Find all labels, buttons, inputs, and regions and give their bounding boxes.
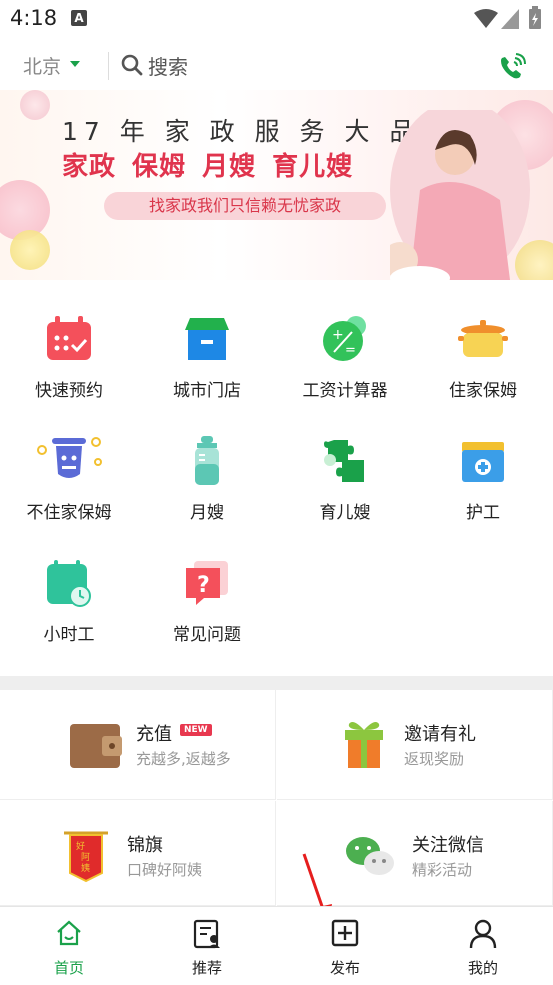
banner-flag-icon: 好 阿 姨 bbox=[64, 831, 108, 883]
service-label: 小时工 bbox=[43, 625, 95, 645]
nav-label: 我的 bbox=[467, 959, 498, 977]
card-subtitle: 返现奖励 bbox=[404, 750, 465, 768]
service-salary-calculator[interactable]: + = 工资计算器 bbox=[276, 300, 414, 410]
nav-profile[interactable]: 我的 bbox=[414, 907, 552, 985]
nav-label: 推荐 bbox=[191, 959, 222, 977]
banner-slogan: 找家政我们只信赖无忧家政 bbox=[104, 192, 386, 220]
status-time: 4:18 bbox=[10, 6, 58, 30]
card-subtitle: 口碑好阿姨 bbox=[127, 861, 203, 879]
service-label: 工资计算器 bbox=[302, 381, 388, 401]
card-recharge[interactable]: 充值 NEW 充越多,返越多 bbox=[0, 690, 276, 800]
card-title: 邀请有礼 bbox=[404, 724, 476, 745]
service-childcare-nanny[interactable]: 育儿嫂 bbox=[276, 422, 414, 532]
section-separator bbox=[0, 676, 553, 690]
nav-recommend[interactable]: 推荐 bbox=[138, 907, 276, 985]
medkit-icon bbox=[462, 442, 504, 482]
search-icon[interactable] bbox=[120, 53, 144, 77]
store-icon bbox=[185, 318, 229, 360]
svg-text:+: + bbox=[332, 327, 344, 343]
service-label: 住家保姆 bbox=[449, 381, 517, 401]
search-header: 北京 搜索 bbox=[0, 40, 553, 90]
scooter-icon bbox=[37, 437, 102, 478]
service-grid: 快速预约 城市门店 + = 工资计算器 住家保姆 不住家保姆 月嫂 育儿嫂 护工… bbox=[0, 300, 553, 670]
card-subtitle: 充越多,返越多 bbox=[136, 750, 231, 768]
service-maternity-nurse[interactable]: 月嫂 bbox=[138, 422, 276, 532]
flower-decoration bbox=[20, 90, 50, 120]
city-selector[interactable]: 北京 bbox=[23, 52, 61, 79]
wifi-icon bbox=[474, 9, 498, 28]
calculator-icon: + = bbox=[323, 316, 366, 361]
service-hourly-worker[interactable]: 小时工 bbox=[0, 544, 138, 654]
svg-text:?: ? bbox=[197, 573, 210, 598]
calendar-icon bbox=[47, 316, 91, 360]
chevron-down-icon[interactable] bbox=[70, 61, 80, 67]
nav-label: 首页 bbox=[53, 959, 84, 977]
banner-services: 家政 保姆 月嫂 育儿嫂 bbox=[62, 152, 354, 182]
service-live-in-nanny[interactable]: 住家保姆 bbox=[414, 300, 552, 410]
card-title: 锦旗 bbox=[127, 835, 163, 856]
nanny-with-baby-image bbox=[390, 110, 530, 280]
battery-icon bbox=[529, 6, 541, 29]
signal-icon bbox=[501, 9, 519, 29]
question-icon: ? bbox=[186, 561, 228, 605]
phone-icon[interactable] bbox=[494, 48, 530, 84]
service-caregiver[interactable]: 护工 bbox=[414, 422, 552, 532]
search-input[interactable]: 搜索 bbox=[148, 51, 188, 80]
card-title: 充值 bbox=[136, 724, 172, 745]
clock-calendar-icon bbox=[47, 560, 91, 607]
service-label: 不住家保姆 bbox=[26, 503, 112, 523]
card-title: 关注微信 bbox=[412, 835, 484, 856]
pot-icon bbox=[458, 320, 508, 357]
bottom-nav: 首页 推荐 发布 我的 bbox=[0, 906, 553, 984]
service-quick-booking[interactable]: 快速预约 bbox=[0, 300, 138, 410]
flower-decoration bbox=[10, 230, 50, 270]
wallet-icon bbox=[70, 724, 122, 768]
gift-icon bbox=[345, 722, 383, 768]
service-label: 常见问题 bbox=[173, 625, 241, 645]
status-bar: 4:18 A bbox=[0, 0, 553, 40]
bottle-icon bbox=[195, 436, 219, 485]
publish-icon bbox=[331, 919, 359, 947]
profile-icon bbox=[469, 919, 497, 949]
promo-banner[interactable]: 17 年 家 政 服 务 大 品 牌 家政 保姆 月嫂 育儿嫂 找家政我们只信赖… bbox=[0, 90, 553, 280]
service-label: 育儿嫂 bbox=[319, 503, 371, 523]
nav-publish[interactable]: 发布 bbox=[276, 907, 414, 985]
svg-text:=: = bbox=[345, 343, 356, 358]
flag-text-1: 好 bbox=[76, 840, 85, 852]
card-pennant[interactable]: 好 阿 姨 锦旗 口碑好阿姨 bbox=[0, 801, 276, 906]
home-icon bbox=[57, 920, 81, 946]
flag-text-3: 姨 bbox=[81, 862, 90, 874]
service-faq[interactable]: ? 常见问题 bbox=[138, 544, 276, 654]
card-invite-rewards[interactable]: 邀请有礼 返现奖励 bbox=[277, 690, 553, 800]
recommend-icon bbox=[193, 919, 220, 949]
service-label: 快速预约 bbox=[35, 381, 103, 401]
service-label: 护工 bbox=[466, 503, 500, 523]
puzzle-icon bbox=[324, 440, 364, 482]
flag-text-2: 阿 bbox=[81, 852, 90, 863]
service-city-stores[interactable]: 城市门店 bbox=[138, 300, 276, 410]
new-badge: NEW bbox=[180, 724, 212, 736]
header-divider bbox=[108, 52, 109, 80]
card-subtitle: 精彩活动 bbox=[412, 861, 473, 879]
service-label: 月嫂 bbox=[190, 503, 224, 523]
nav-home[interactable]: 首页 bbox=[0, 907, 138, 985]
wechat-icon bbox=[346, 837, 394, 875]
nav-label: 发布 bbox=[329, 959, 360, 977]
service-label: 城市门店 bbox=[173, 381, 241, 401]
notification-icon: A bbox=[71, 10, 87, 26]
service-non-live-in-nanny[interactable]: 不住家保姆 bbox=[0, 422, 138, 532]
